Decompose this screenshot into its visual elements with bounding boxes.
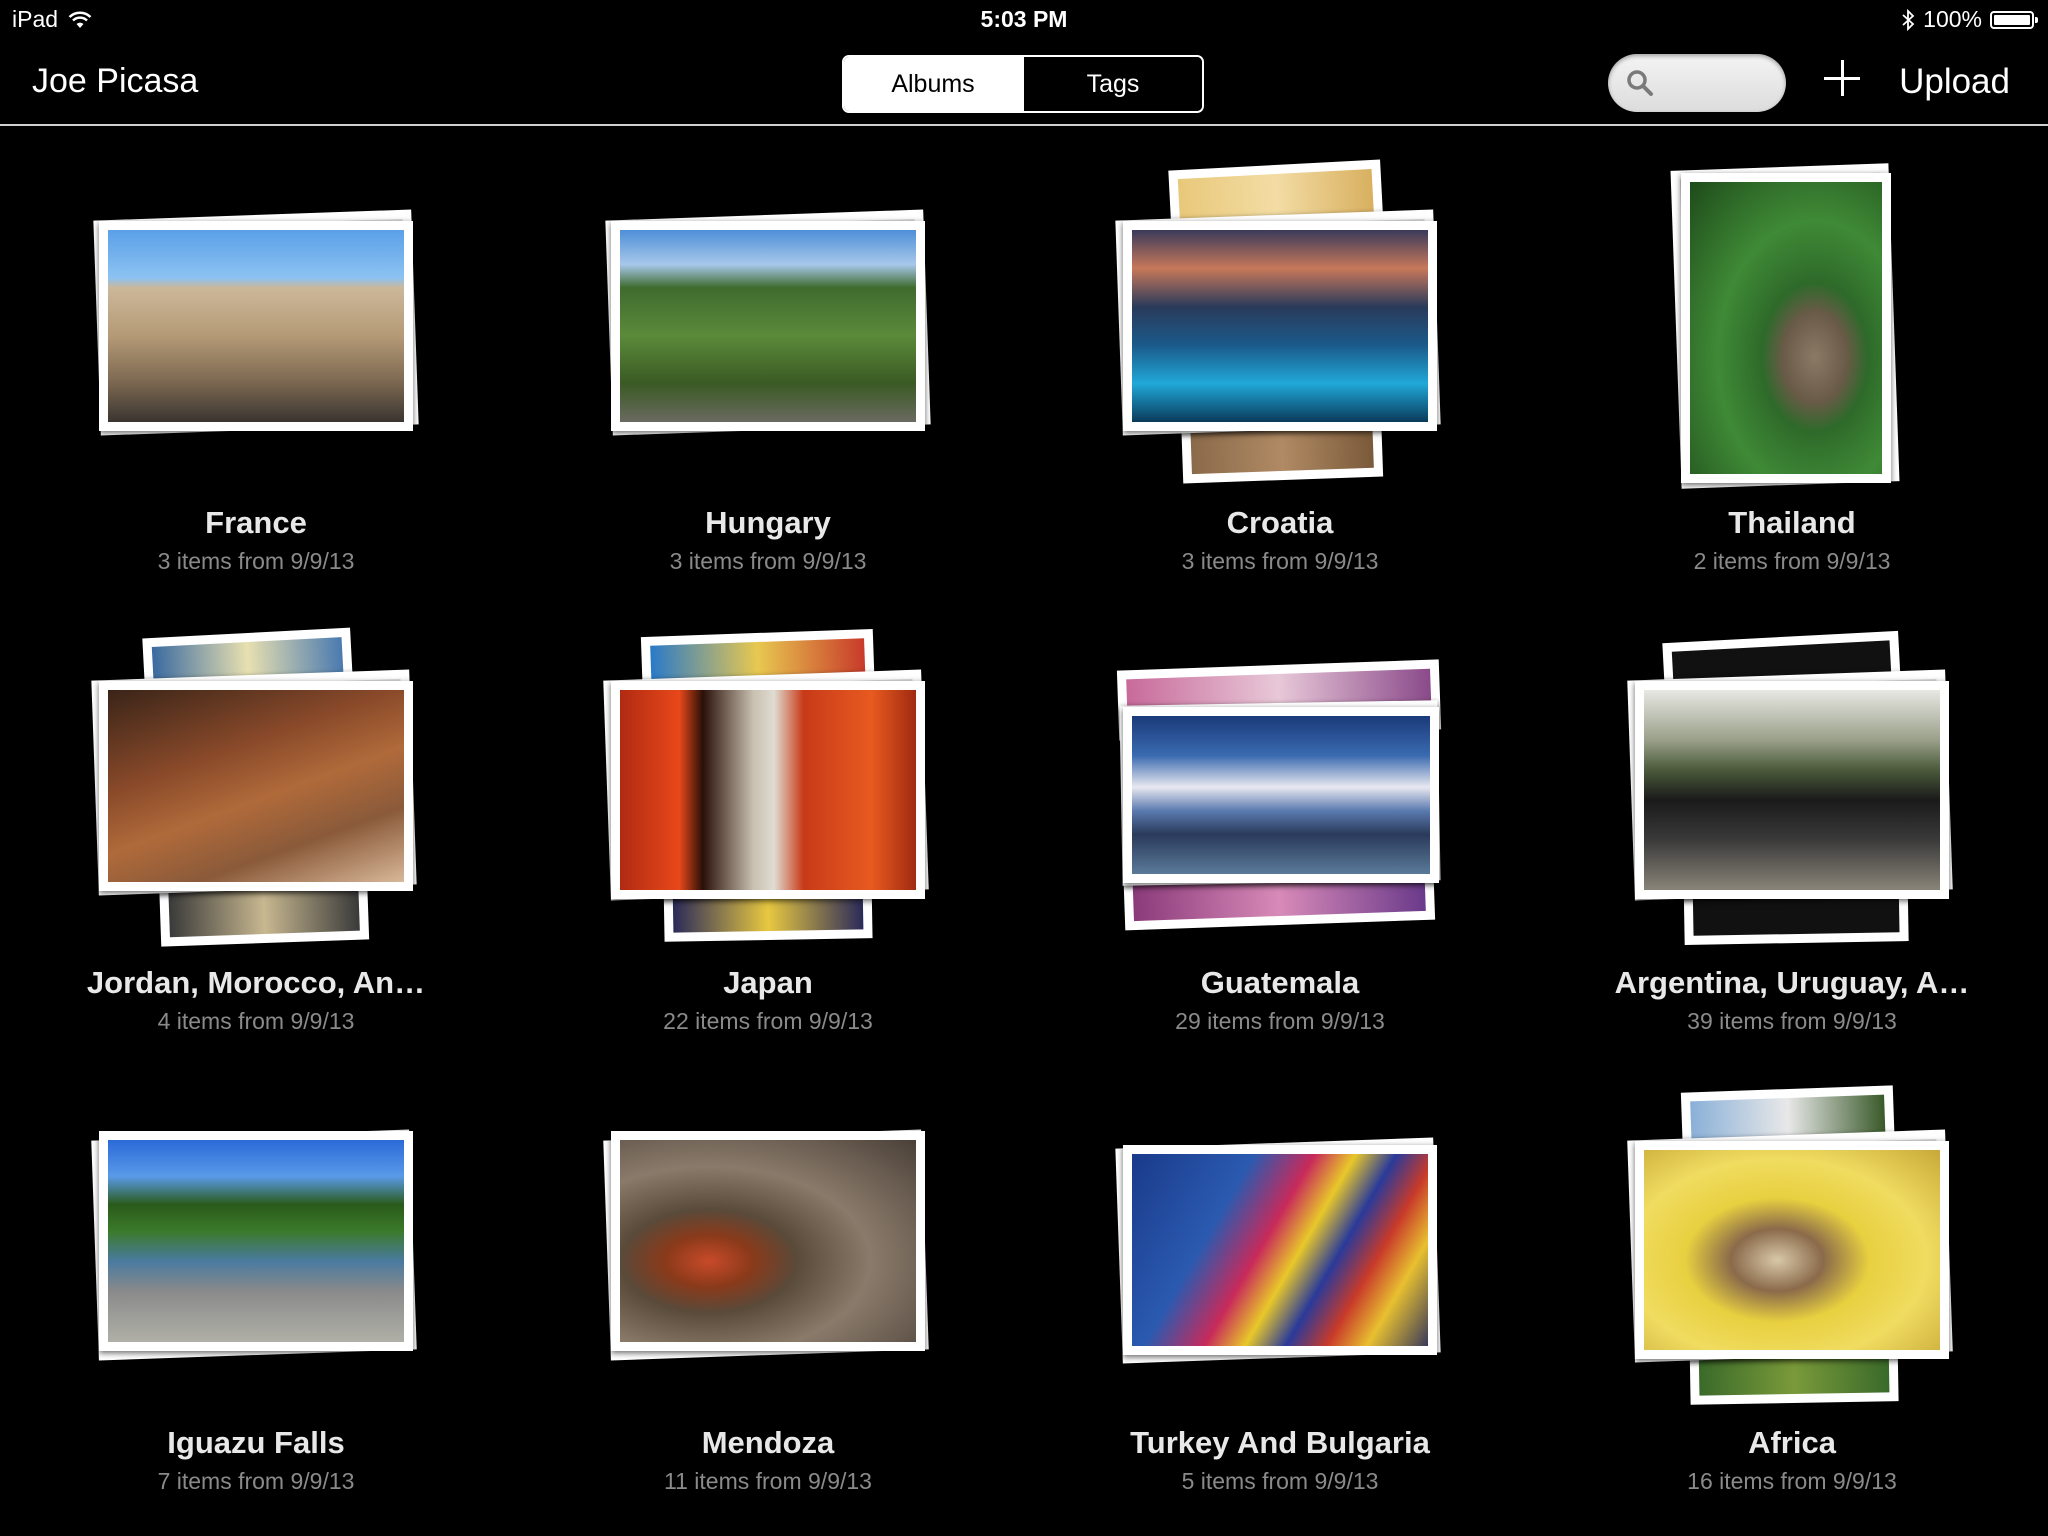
album-item-count: 29 items from 9/9/13 [1175, 1008, 1385, 1034]
album-item-count: 16 items from 9/9/13 [1687, 1468, 1897, 1494]
search-input[interactable] [1608, 54, 1786, 112]
album-item-count: 22 items from 9/9/13 [663, 1008, 873, 1034]
album-cover-stack [512, 615, 1024, 945]
album-card-argentina[interactable]: Argentina, Uruguay, A… 39 items from 9/9… [1536, 615, 2048, 1075]
album-cover-stack [1024, 155, 1536, 485]
tab-albums[interactable]: Albums [844, 57, 1022, 111]
cover-photo [1123, 707, 1439, 883]
tab-tags[interactable]: Tags [1022, 57, 1202, 111]
album-title: Guatemala [1200, 965, 1360, 1000]
album-item-count: 5 items from 9/9/13 [1181, 1468, 1379, 1494]
album-item-count: 7 items from 9/9/13 [157, 1468, 355, 1494]
view-segmented-control: Albums Tags [842, 55, 1204, 113]
album-item-count: 3 items from 9/9/13 [157, 548, 355, 574]
battery-icon [1990, 10, 2038, 29]
battery-percent: 100% [1923, 6, 1982, 32]
album-title: Jordan, Morocco, An… [86, 965, 426, 1000]
album-item-count: 4 items from 9/9/13 [157, 1008, 355, 1034]
cover-photo [611, 681, 925, 899]
album-card-iguazu-falls[interactable]: Iguazu Falls 7 items from 9/9/13 [0, 1075, 512, 1535]
cover-photo [99, 681, 413, 891]
album-card-japan[interactable]: Japan 22 items from 9/9/13 [512, 615, 1024, 1075]
album-card-jordan[interactable]: Jordan, Morocco, An… 4 items from 9/9/13 [0, 615, 512, 1075]
cover-photo [1635, 1141, 1949, 1359]
cover-photo [1681, 173, 1891, 483]
album-cover-stack [0, 615, 512, 947]
album-card-croatia[interactable]: Croatia 3 items from 9/9/13 [1024, 155, 1536, 615]
cover-photo [611, 221, 925, 431]
album-cover-stack [1024, 1075, 1536, 1405]
status-right: 100% [1901, 6, 2038, 33]
album-card-hungary[interactable]: Hungary 3 items from 9/9/13 [512, 155, 1024, 615]
album-title: Thailand [1728, 505, 1856, 540]
album-cover-stack [1536, 155, 2048, 489]
album-cover-stack [512, 1075, 1024, 1405]
album-card-africa[interactable]: Africa 16 items from 9/9/13 [1536, 1075, 2048, 1535]
cover-photo [99, 1131, 413, 1351]
album-cover-stack [1536, 615, 2048, 945]
album-card-france[interactable]: France 3 items from 9/9/13 [0, 155, 512, 615]
cover-photo [1123, 1145, 1437, 1355]
cover-photo [1123, 221, 1437, 431]
cover-photo [99, 221, 413, 431]
upload-button[interactable]: Upload [1899, 62, 2010, 102]
album-card-turkey-and-bulgaria[interactable]: Turkey And Bulgaria 5 items from 9/9/13 [1024, 1075, 1536, 1535]
album-title: Mendoza [701, 1425, 835, 1460]
album-item-count: 39 items from 9/9/13 [1687, 1008, 1897, 1034]
album-card-guatemala[interactable]: Guatemala 29 items from 9/9/13 [1024, 615, 1536, 1075]
cover-photo [1635, 681, 1949, 899]
album-card-mendoza[interactable]: Mendoza 11 items from 9/9/13 [512, 1075, 1024, 1535]
cover-photo [611, 1131, 925, 1351]
album-item-count: 3 items from 9/9/13 [1181, 548, 1379, 574]
album-item-count: 11 items from 9/9/13 [664, 1468, 872, 1494]
album-title: Argentina, Uruguay, A… [1614, 965, 1970, 1000]
album-title: Croatia [1226, 505, 1334, 540]
status-time: 5:03 PM [980, 6, 1068, 32]
album-title: Hungary [705, 505, 831, 540]
album-cover-stack [1024, 615, 1536, 945]
status-bar: iPad 5:03 PM 100% [0, 0, 2048, 40]
add-album-button[interactable] [1822, 58, 1862, 98]
album-title: France [205, 505, 307, 540]
album-card-thailand[interactable]: Thailand 2 items from 9/9/13 [1536, 155, 2048, 615]
album-item-count: 3 items from 9/9/13 [669, 548, 867, 574]
album-cover-stack [1536, 1075, 2048, 1405]
album-title: Africa [1748, 1425, 1836, 1460]
navigation-bar: Joe Picasa Albums Tags Upload [0, 40, 2048, 126]
album-title: Japan [723, 965, 813, 1000]
album-cover-stack [0, 1075, 512, 1405]
album-cover-stack [512, 155, 1024, 485]
album-title: Turkey And Bulgaria [1130, 1425, 1430, 1460]
album-title: Iguazu Falls [167, 1425, 345, 1460]
album-item-count: 2 items from 9/9/13 [1693, 548, 1891, 574]
search-icon [1627, 70, 1653, 96]
account-title: Joe Picasa [32, 62, 199, 100]
bluetooth-icon [1902, 8, 1915, 31]
album-cover-stack [0, 155, 512, 485]
